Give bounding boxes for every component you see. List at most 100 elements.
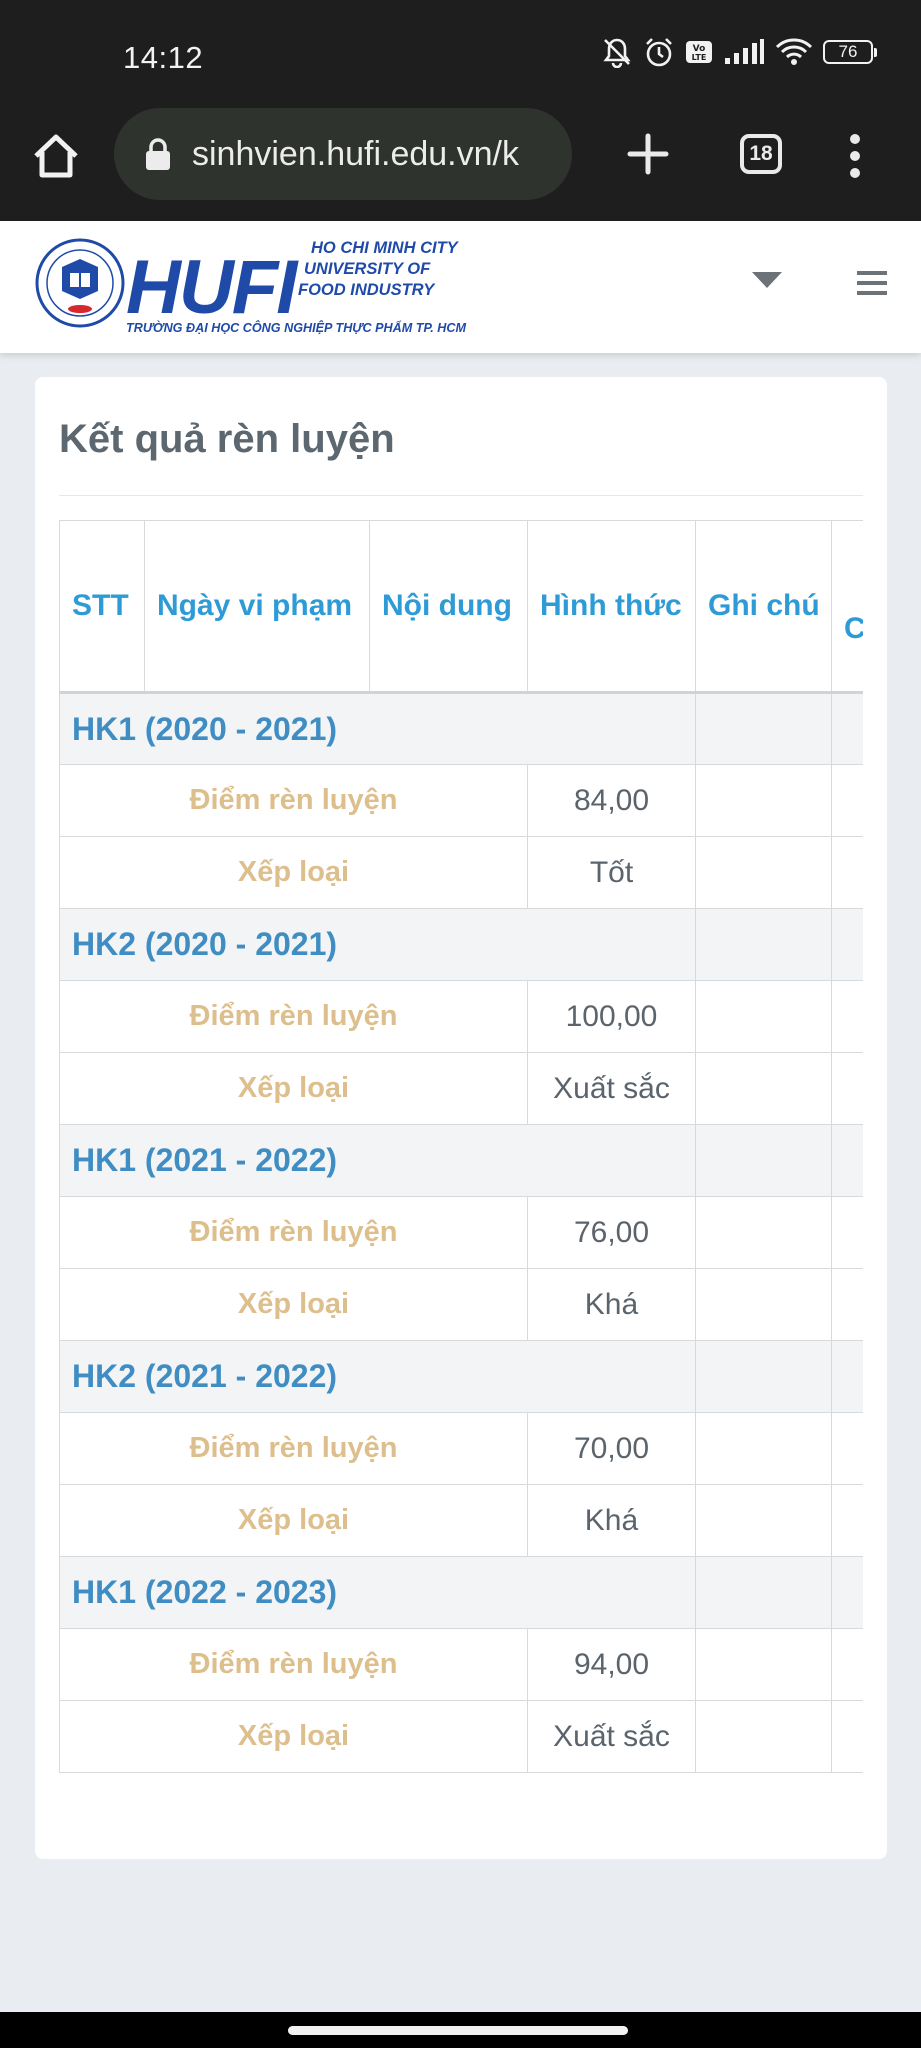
status-time: 14:12: [123, 40, 204, 75]
table-cell: [695, 1412, 832, 1485]
table-cell: [831, 764, 863, 837]
logo-english-line-2: UNIVERSITY OF: [304, 260, 431, 278]
site-header: HUFI HO CHI MINH CITY UNIVERSITY OF FOOD…: [0, 221, 921, 353]
metric-value: Xuất sắc: [527, 1052, 696, 1125]
semester-label: HK2 (2021 - 2022): [59, 1340, 696, 1413]
conduct-results-table: STT Ngày vi phạm Nội dung Hình thức Ghi …: [59, 520, 863, 1773]
semester-label: HK2 (2020 - 2021): [59, 908, 696, 981]
hamburger-menu-icon[interactable]: [857, 270, 887, 296]
table-cell: [695, 1484, 832, 1557]
table-row: Điểm rèn luyện 94,00: [59, 1628, 863, 1701]
metric-label: Điểm rèn luyện: [59, 764, 528, 837]
semester-label: HK1 (2021 - 2022): [59, 1124, 696, 1197]
table-cell: [695, 980, 832, 1053]
logo-vietnamese-name: TRƯỜNG ĐẠI HỌC CÔNG NGHIỆP THỰC PHẨM TP.…: [126, 320, 467, 335]
title-divider: [59, 495, 863, 496]
metric-value: Tốt: [527, 836, 696, 909]
table-cell: [831, 1700, 863, 1773]
metric-label: Xếp loại: [59, 1052, 528, 1125]
table-cell: [831, 1268, 863, 1341]
semester-row: HK1 (2020 - 2021): [59, 692, 863, 765]
column-header-content[interactable]: Nội dung: [369, 520, 528, 694]
new-tab-icon[interactable]: [622, 128, 674, 180]
wifi-icon: [775, 38, 813, 65]
column-header-stt[interactable]: STT: [59, 520, 145, 694]
column-header-violation-date[interactable]: Ngày vi phạm: [144, 520, 370, 694]
metric-label: Điểm rèn luyện: [59, 980, 528, 1053]
table-cell: [831, 1628, 863, 1701]
table-cell: [831, 1412, 863, 1485]
caret-down-icon[interactable]: [752, 272, 782, 290]
table-cell: [831, 1556, 863, 1629]
svg-text:LTE: LTE: [692, 53, 707, 62]
page-title: Kết quả rèn luyện: [59, 417, 395, 461]
metric-value: Khá: [527, 1268, 696, 1341]
table-scroll-container[interactable]: STT Ngày vi phạm Nội dung Hình thức Ghi …: [59, 520, 863, 1780]
semester-row: HK1 (2021 - 2022): [59, 1124, 863, 1197]
table-cell: [831, 1124, 863, 1197]
table-cell: [695, 836, 832, 909]
table-row: Xếp loại Khá: [59, 1484, 863, 1557]
semester-row: HK2 (2021 - 2022): [59, 1340, 863, 1413]
table-cell: [831, 908, 863, 981]
status-icons: Vo LTE 76: [601, 36, 877, 68]
address-bar[interactable]: sinhvien.hufi.edu.vn/k: [114, 108, 572, 200]
metric-label: Điểm rèn luyện: [59, 1412, 528, 1485]
table-cell: [695, 1556, 832, 1629]
table-cell: [831, 1052, 863, 1125]
table-cell: [695, 1052, 832, 1125]
signal-icon: [725, 39, 764, 64]
table-row: Điểm rèn luyện 100,00: [59, 980, 863, 1053]
volte-icon: Vo LTE: [686, 41, 712, 63]
table-cell: [695, 1628, 832, 1701]
column-header-form[interactable]: Hình thức: [527, 520, 696, 694]
lock-icon[interactable]: [144, 137, 172, 171]
gesture-handle[interactable]: [288, 2026, 628, 2035]
metric-value: 94,00: [527, 1628, 696, 1701]
metric-label: Xếp loại: [59, 836, 528, 909]
table-cell: [695, 1268, 832, 1341]
logo-wordmark: HUFI: [126, 245, 299, 330]
table-row: Xếp loại Xuất sắc: [59, 1052, 863, 1125]
metric-value: Khá: [527, 1484, 696, 1557]
table-cell: [831, 980, 863, 1053]
logo-english-line-1: HO CHI MINH CITY: [311, 239, 460, 257]
table-cell: [831, 1196, 863, 1269]
hufi-logo[interactable]: HUFI HO CHI MINH CITY UNIVERSITY OF FOOD…: [34, 229, 474, 341]
metric-label: Xếp loại: [59, 1700, 528, 1773]
semester-label: HK1 (2022 - 2023): [59, 1556, 696, 1629]
alarm-icon: [646, 38, 672, 67]
semester-row: HK1 (2022 - 2023): [59, 1556, 863, 1629]
table-cell: [695, 1196, 832, 1269]
table-cell: [695, 764, 832, 837]
metric-value: 76,00: [527, 1196, 696, 1269]
table-cell: [695, 908, 832, 981]
table-cell: [695, 1124, 832, 1197]
table-cell: [831, 836, 863, 909]
metric-value: 70,00: [527, 1412, 696, 1485]
column-header-truncated[interactable]: C: [831, 520, 863, 694]
table-row: Điểm rèn luyện 76,00: [59, 1196, 863, 1269]
table-row: Xếp loại Tốt: [59, 836, 863, 909]
browser-chrome: 14:12 Vo LTE 76 sinhvien.hufi.edu.vn/k 1…: [0, 0, 921, 221]
table-cell: [831, 692, 863, 765]
logo-english-line-3: FOOD INDUSTRY: [298, 281, 436, 299]
table-header-row: STT Ngày vi phạm Nội dung Hình thức Ghi …: [59, 520, 863, 694]
url-text[interactable]: sinhvien.hufi.edu.vn/k: [192, 135, 519, 174]
metric-value: 100,00: [527, 980, 696, 1053]
metric-label: Xếp loại: [59, 1268, 528, 1341]
table-cell: [695, 1340, 832, 1413]
table-cell: [831, 1484, 863, 1557]
more-vert-icon[interactable]: [846, 132, 864, 180]
tab-switcher-button[interactable]: 18: [740, 134, 782, 174]
table-cell: [695, 1700, 832, 1773]
battery-icon: 76: [823, 40, 877, 64]
semester-label: HK1 (2020 - 2021): [59, 692, 696, 765]
mute-icon: [603, 38, 631, 68]
home-icon[interactable]: [28, 128, 84, 184]
table-row: Điểm rèn luyện 84,00: [59, 764, 863, 837]
results-card: Kết quả rèn luyện STT Ngày vi phạm Nội d…: [35, 377, 887, 1859]
system-nav-bar: [0, 2012, 921, 2048]
metric-value: 84,00: [527, 764, 696, 837]
column-header-note[interactable]: Ghi chú: [695, 520, 832, 694]
